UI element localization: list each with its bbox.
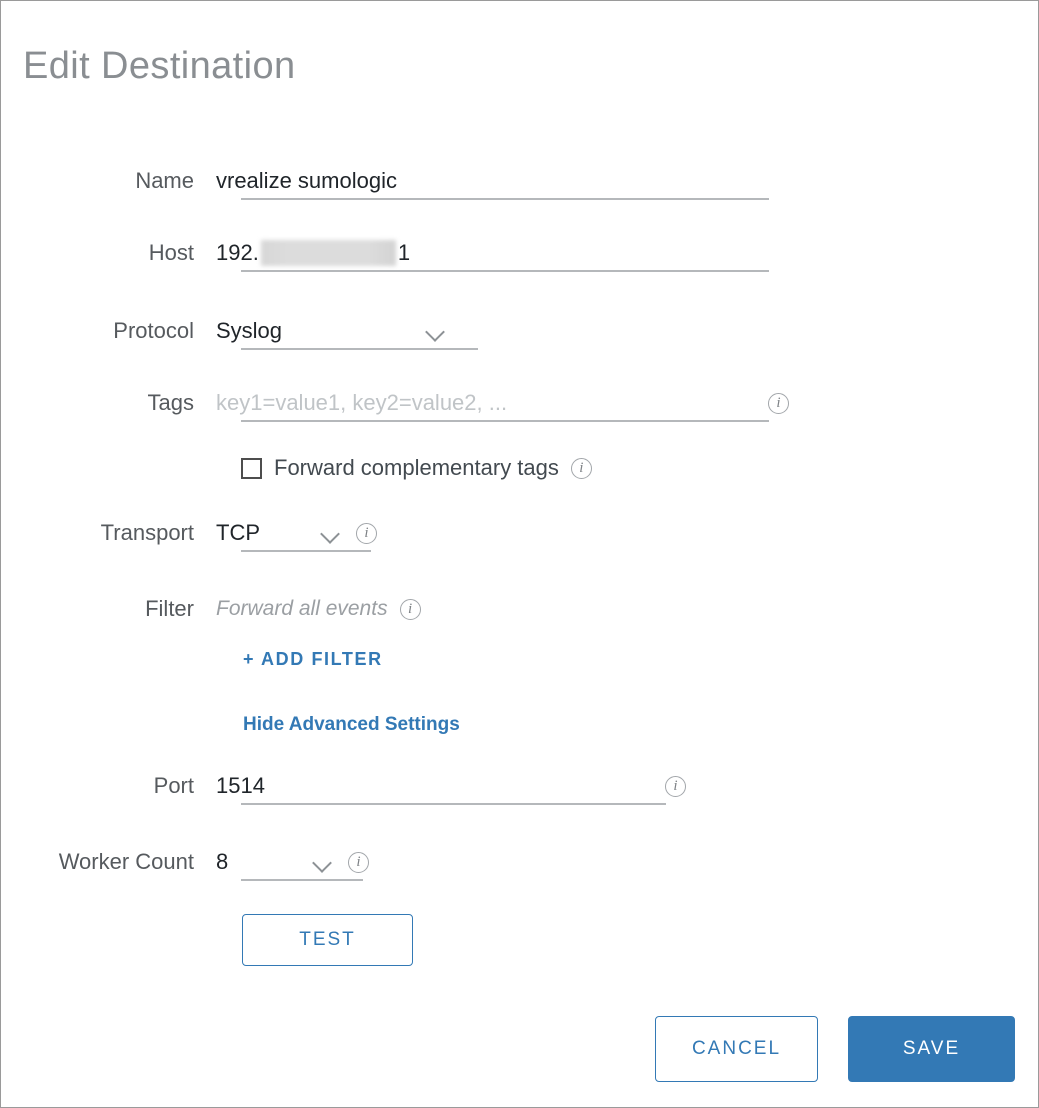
protocol-label: Protocol [113,318,194,343]
filter-value-wrap: Forward all events [216,597,388,621]
form-row-worker-count: Worker Count 8 i [1,842,1039,882]
transport-select-underline [241,550,371,552]
transport-info-icon[interactable]: i [356,522,377,544]
cancel-button[interactable]: CANCEL [655,1016,818,1082]
transport-selected-value: TCP [216,520,260,545]
name-input-underline [241,198,769,200]
form-row-port: Port 1514 i [1,766,1039,806]
form-row-filter: Filter Forward all events i [1,589,1039,629]
chevron-down-icon [312,855,334,869]
forward-complementary-tags-label: Forward complementary tags [274,455,559,480]
name-input[interactable]: vrealize sumologic [216,168,397,194]
chevron-down-icon [425,324,447,338]
name-label: Name [135,168,194,193]
protocol-selected-value: Syslog [216,318,283,343]
filter-label: Filter [145,596,194,621]
port-input-underline [241,803,666,805]
save-button[interactable]: SAVE [848,1016,1015,1082]
forward-complementary-tags-info-icon[interactable]: i [570,457,592,479]
filter-value: Forward all events [216,597,388,620]
worker-count-label: Worker Count [58,849,194,874]
forward-complementary-tags-checkbox[interactable] [241,457,262,479]
host-input-underline [241,270,769,272]
tags-field-wrap[interactable]: key1=value1, key2=value2, ... [216,390,744,416]
host-input-prefix: 192. [216,240,259,265]
worker-count-selected-value: 8 [216,849,229,874]
protocol-select-underline [241,348,478,350]
test-button[interactable]: TEST [242,914,413,966]
tags-input-underline [241,420,769,422]
forward-complementary-tags-row[interactable]: Forward complementary tags i [241,455,592,481]
form-row-tags: Tags key1=value1, key2=value2, ... i [1,383,1039,423]
worker-count-select-underline [241,879,363,881]
tags-label: Tags [147,390,194,415]
port-field-wrap[interactable]: 1514 [216,773,641,799]
port-info-icon[interactable]: i [665,775,686,797]
tags-info-icon[interactable]: i [768,392,789,414]
port-input[interactable]: 1514 [216,773,265,799]
worker-count-select[interactable]: 8 [216,849,338,875]
form-row-host: Host 192. 1 [1,233,1039,273]
page-title: Edit Destination [23,45,296,87]
transport-select[interactable]: TCP [216,520,346,546]
protocol-select[interactable]: Syslog [216,318,453,344]
toggle-advanced-settings-link[interactable]: Hide Advanced Settings [243,714,460,736]
edit-destination-dialog: Edit Destination Name vrealize sumologic… [0,0,1039,1108]
transport-label: Transport [100,520,194,545]
filter-info-icon[interactable]: i [399,598,421,620]
host-input-suffix: 1 [397,240,411,265]
host-redaction-block [260,240,396,266]
tags-input[interactable]: key1=value1, key2=value2, ... [216,390,507,416]
host-field-wrap[interactable]: 192. 1 [216,240,410,266]
form-row-transport: Transport TCP i [1,513,1039,553]
chevron-down-icon [320,526,342,540]
add-filter-link[interactable]: + ADD FILTER [243,649,383,670]
host-label: Host [148,240,194,265]
name-field-wrap: vrealize sumologic [216,168,397,194]
worker-count-info-icon[interactable]: i [348,851,369,873]
port-label: Port [153,773,194,798]
form-row-name: Name vrealize sumologic [1,161,1039,201]
form-row-protocol: Protocol Syslog [1,311,1039,351]
